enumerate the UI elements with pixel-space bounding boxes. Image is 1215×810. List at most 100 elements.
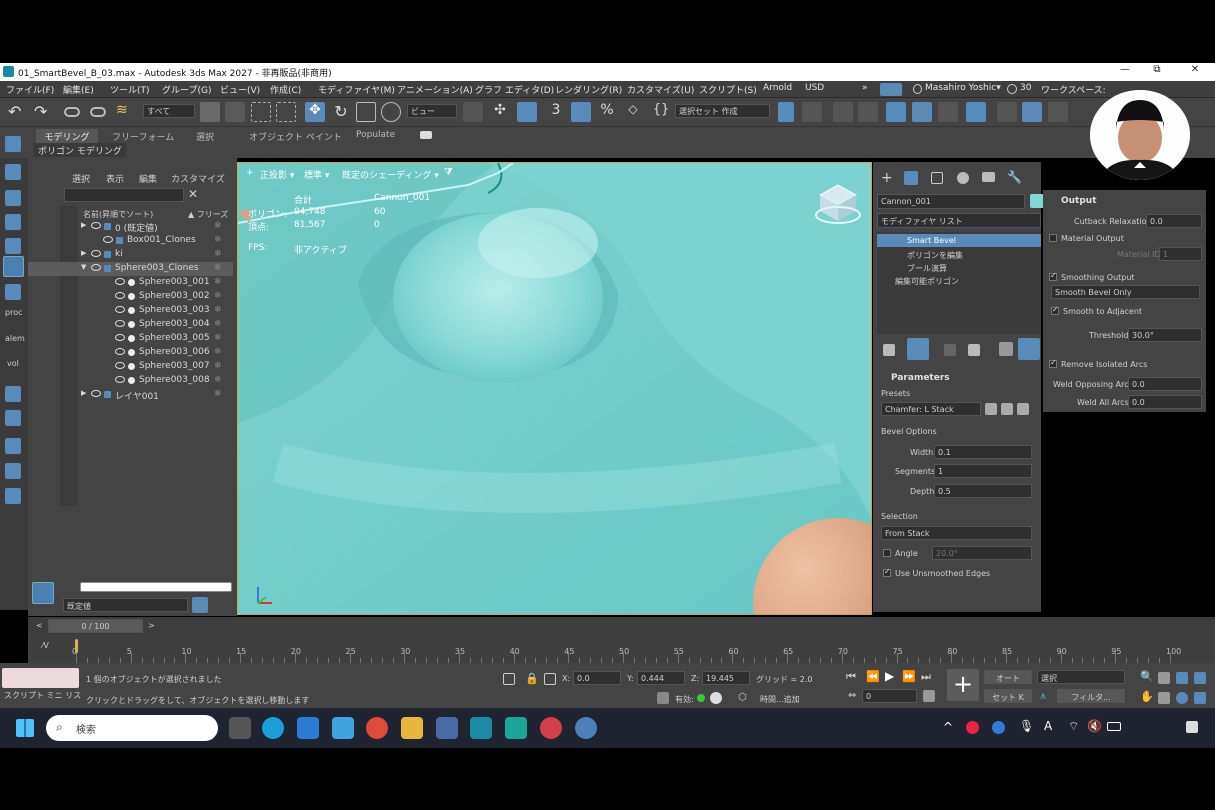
weld-all-spinner[interactable]: 0.0: [1128, 395, 1202, 409]
redo-icon[interactable]: ↷: [34, 102, 54, 122]
freeze-toggle-icon[interactable]: ❄: [214, 375, 222, 385]
object-name-field[interactable]: Cannon_001: [877, 194, 1025, 209]
viewport-pov-menu[interactable]: 正投影 ▾: [260, 168, 294, 181]
current-frame-field[interactable]: 0: [862, 689, 917, 703]
maya-taskbar-icon[interactable]: [505, 717, 527, 739]
preset-save-icon[interactable]: [1001, 403, 1013, 415]
visibility-eye-icon[interactable]: [91, 250, 101, 257]
menu-view[interactable]: ビュー(V): [220, 83, 260, 96]
expand-arrow-icon[interactable]: ▶: [81, 389, 86, 397]
minimize-button[interactable]: —: [1114, 64, 1136, 80]
scale-icon[interactable]: [356, 102, 376, 122]
explorer-menu-customize[interactable]: カスタマイズ: [171, 172, 225, 185]
explorer-menu-display[interactable]: 表示: [106, 172, 124, 185]
prev-frame-icon[interactable]: ⏪: [866, 670, 880, 683]
tray-chevron-icon[interactable]: ^: [943, 720, 953, 734]
enabled-toggle[interactable]: [710, 692, 722, 704]
menu-file[interactable]: ファイル(F): [6, 83, 54, 96]
expand-arrow-icon[interactable]: ▶: [81, 249, 86, 257]
presets-dropdown[interactable]: Chamfer: L Stack: [881, 402, 981, 416]
user-account[interactable]: Masahiro Yoshic▾: [925, 83, 1001, 93]
pan-icon[interactable]: ✋: [1140, 690, 1154, 703]
volume-icon[interactable]: 🔇: [1087, 719, 1102, 733]
align-icon[interactable]: [802, 102, 822, 122]
isolate-icon[interactable]: [503, 673, 515, 685]
mirror-icon[interactable]: [778, 102, 794, 122]
tool-a-icon[interactable]: [5, 136, 21, 152]
walk-icon[interactable]: [1158, 692, 1170, 704]
orbit-icon[interactable]: [1176, 692, 1188, 704]
percent-snap-icon[interactable]: %: [597, 102, 617, 122]
visibility-eye-icon[interactable]: [115, 320, 125, 327]
stack-menu-icon[interactable]: [1018, 338, 1040, 360]
maximize-button[interactable]: ⧉: [1146, 64, 1168, 80]
tool-c-icon[interactable]: [5, 190, 21, 206]
chrome-icon[interactable]: [366, 717, 388, 739]
tool-i-icon[interactable]: [5, 410, 21, 426]
key-filter-icon[interactable]: ⩚: [1040, 689, 1046, 703]
output-header[interactable]: Output: [1061, 196, 1097, 206]
stack-item-boolean[interactable]: ブール演算: [907, 263, 947, 274]
sync-icon[interactable]: [880, 83, 902, 96]
configure-sets-icon[interactable]: [999, 342, 1013, 356]
filter-icon[interactable]: ⧩: [444, 167, 453, 178]
freeze-toggle-icon[interactable]: ❄: [214, 235, 222, 245]
angle-checkbox[interactable]: [883, 549, 891, 557]
visibility-eye-icon[interactable]: [115, 278, 125, 285]
unlink-icon[interactable]: [90, 107, 106, 117]
visibility-eye-icon[interactable]: [115, 362, 125, 369]
modifier-list-dropdown[interactable]: モディファイヤ リスト: [877, 213, 1041, 228]
motion-tab-icon[interactable]: [957, 172, 969, 184]
tree-row[interactable]: Sphere003_002 ❄: [28, 290, 233, 304]
viewport-plus-menu[interactable]: +: [246, 168, 254, 178]
x-coord-field[interactable]: 0.0: [573, 671, 621, 685]
tree-row[interactable]: Sphere003_006 ❄: [28, 346, 233, 360]
track-bar[interactable]: ⁄V 0510152025303540455055606570758085909…: [28, 635, 1215, 663]
visibility-eye-icon[interactable]: [91, 390, 101, 397]
viewport-render[interactable]: [238, 163, 872, 615]
move-icon[interactable]: ✥: [305, 102, 325, 122]
tray-app2-icon[interactable]: [992, 721, 1005, 734]
tab-populate[interactable]: Populate: [352, 129, 399, 143]
select-manipulate-icon[interactable]: ✣: [490, 102, 510, 122]
tool-e-icon[interactable]: [5, 238, 21, 254]
tab-modeling[interactable]: モデリング: [36, 129, 98, 143]
smoothing-dropdown[interactable]: Smooth Bevel Only: [1051, 285, 1200, 299]
freeze-toggle-icon[interactable]: ❄: [214, 333, 222, 343]
key-mode-icon[interactable]: ⇔: [848, 690, 856, 701]
angle-snap-icon[interactable]: [571, 102, 591, 122]
create-tab-icon[interactable]: +: [881, 170, 893, 186]
remove-isolated-checkbox[interactable]: [1049, 358, 1057, 368]
menu-scripting[interactable]: スクリプト(S): [699, 83, 757, 96]
tool-g-icon[interactable]: [5, 284, 21, 300]
menu-edit[interactable]: 編集(E): [63, 83, 94, 96]
angle-spinner[interactable]: 20.0°: [932, 546, 1032, 560]
schematic-view-icon[interactable]: [938, 102, 958, 122]
scene-explorer-icon[interactable]: [886, 102, 906, 122]
time-prev-icon[interactable]: <: [36, 621, 43, 630]
expand-arrow-icon[interactable]: ▼: [81, 263, 86, 271]
tool-h-icon[interactable]: [5, 386, 21, 402]
toggle-ribbon-icon[interactable]: [858, 102, 878, 122]
z-coord-field[interactable]: 19.445: [702, 671, 750, 685]
set-key-big-icon[interactable]: +: [947, 669, 979, 701]
edge-icon[interactable]: [262, 717, 284, 739]
tree-row[interactable]: ▶ ki ❄: [28, 248, 233, 262]
settings-icon[interactable]: [575, 717, 597, 739]
freeze-toggle-icon[interactable]: ❄: [214, 291, 222, 301]
select-by-name-icon[interactable]: [225, 102, 245, 122]
material-output-checkbox[interactable]: [1049, 234, 1057, 242]
tray-mic-icon[interactable]: 🎙: [1019, 719, 1034, 733]
ribbon-options-icon[interactable]: [420, 131, 432, 139]
preset-load-icon[interactable]: [985, 403, 997, 415]
weld-opposing-spinner[interactable]: 0.0: [1128, 377, 1202, 391]
office-icon[interactable]: [297, 717, 319, 739]
tree-row[interactable]: Sphere003_005 ❄: [28, 332, 233, 346]
column-freeze-header[interactable]: ▲ フリーズ: [188, 209, 228, 220]
tool-l-icon[interactable]: [5, 488, 21, 504]
visibility-eye-icon[interactable]: [115, 334, 125, 341]
zoom-extents-all-icon[interactable]: [1194, 672, 1206, 684]
selection-filter-dropdown[interactable]: すべて: [143, 104, 195, 118]
tool-k-icon[interactable]: [5, 463, 21, 479]
menu-group[interactable]: グループ(G): [162, 83, 211, 96]
